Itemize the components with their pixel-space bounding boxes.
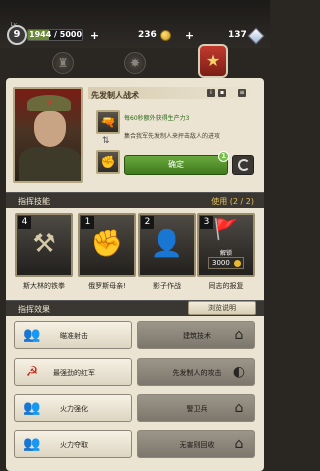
effect-label: 最强劲的红军 (53, 369, 95, 377)
effect-button-2[interactable]: 建筑技术 ⌂ (137, 321, 255, 349)
skill-name-1: 斯大林的铁拳 (23, 282, 65, 290)
house-icon: ⌂ (234, 327, 244, 343)
rules-button[interactable]: 浏览说明 (188, 301, 256, 315)
reset-icon (238, 159, 250, 171)
commander-portrait: ★ (13, 87, 83, 183)
crossed-guns-icon: ⚒ (32, 229, 56, 259)
effect-button-8[interactable]: 无害则回收 ⌂ (137, 430, 255, 458)
comrade-revenge-icon: 🚩 (213, 217, 239, 241)
resource-bar: Lv 9 1944 / 5000 + 236 + 137 (0, 0, 270, 48)
face-shape (34, 111, 66, 147)
skill-name-2: 俄罗斯母亲! (88, 282, 126, 290)
xp-text: 1944 / 5000 (29, 30, 83, 39)
reset-button[interactable] (232, 155, 254, 175)
skill-number: 2 (141, 216, 154, 229)
uniform-shape (19, 147, 81, 181)
eye-slash-icon: ◐ (232, 364, 246, 380)
effect-button-3[interactable]: ☭ 最强劲的红军 (14, 358, 132, 386)
level-badge[interactable]: 9 (7, 25, 27, 45)
confirm-button[interactable]: 确定 (124, 155, 228, 175)
skill-name-3: 影子作战 (153, 282, 181, 290)
skill-number: 4 (18, 216, 31, 229)
raised-fist-icon: ✊ (90, 229, 124, 259)
add-xp-button[interactable]: + (88, 29, 101, 42)
gold-amount: 236 (138, 30, 157, 40)
skill-card-4[interactable]: 3 🚩 解锁 3000 (197, 213, 255, 277)
commander-emblem-icon[interactable]: ♜ (52, 52, 74, 74)
gear-emblem-icon[interactable]: ✸ (124, 52, 146, 74)
unlock-cost: 3000 (212, 259, 230, 267)
red-star-emblem-icon[interactable]: ★ (198, 44, 228, 78)
effects-section-title: 指挥效果 (18, 305, 50, 314)
gold-coin-icon (160, 30, 171, 41)
skill-card-2[interactable]: 1 ✊ (78, 213, 136, 277)
tactic-description: 每60秒额外获得生产力3 集合我军先发制人来抨击敌人的进攻 (124, 110, 256, 146)
description-line-2: 集合我军先发制人来抨击敌人的进攻 (124, 133, 221, 140)
effect-button-1[interactable]: 👥 瞄准射击 (14, 321, 132, 349)
add-gold-button[interactable]: + (183, 29, 196, 42)
swap-arrows-icon[interactable]: ⇅ (102, 136, 110, 146)
effect-label: 瞄准射击 (60, 332, 88, 340)
effect-label: 火力夺取 (60, 441, 88, 449)
skill-card-1[interactable]: 4 ⚒ (15, 213, 73, 277)
commander-tabs: ♜ ✸ ★ (0, 44, 270, 78)
list-icon[interactable]: ≡ (238, 89, 246, 97)
effect-button-4[interactable]: 先发制人的攻击 ◐ (137, 358, 255, 386)
skills-usage: 使用 (2 / 2) (211, 196, 254, 207)
unlock-cost-button[interactable]: 3000 (208, 257, 244, 269)
confirm-badge: 1 (218, 151, 229, 162)
description-line-1: 每60秒额外获得生产力3 (124, 115, 190, 122)
commander-tactic-name: 先发制人战术 (91, 91, 139, 100)
usage-count: (2 / 2) (229, 197, 254, 206)
unlock-label: 解锁 (219, 250, 232, 257)
equipped-skill-slot-2[interactable]: ✊ (96, 150, 120, 174)
equipped-skill-slot-1[interactable]: 🔫 (96, 110, 120, 134)
gold-coin-icon (234, 260, 241, 267)
house-icon: ⌂ (234, 400, 244, 416)
effect-button-6[interactable]: 警卫兵 ⌂ (137, 394, 255, 422)
house-icon: ⌂ (234, 436, 244, 452)
diamond-amount: 137 (228, 30, 247, 40)
skill-number: 1 (81, 216, 94, 229)
info-icon[interactable]: i (207, 89, 215, 97)
effect-button-7[interactable]: 👥 火力夺取 (14, 430, 132, 458)
effect-button-5[interactable]: 👥 火力强化 (14, 394, 132, 422)
cap-star-icon: ★ (46, 98, 55, 108)
shadow-soldier-icon: 👤 (150, 229, 184, 259)
usage-label: 使用 (211, 197, 228, 206)
skill-card-3[interactable]: 2 👤 (138, 213, 196, 277)
effect-label: 火力强化 (60, 405, 88, 413)
skills-section-header: 指挥技能 使用 (2 / 2) (6, 192, 264, 208)
pin-icon[interactable]: ▪ (218, 89, 226, 97)
skills-section-title: 指挥技能 (18, 197, 50, 206)
diamond-icon (247, 27, 265, 45)
skill-name-4: 同志的报复 (208, 282, 244, 290)
